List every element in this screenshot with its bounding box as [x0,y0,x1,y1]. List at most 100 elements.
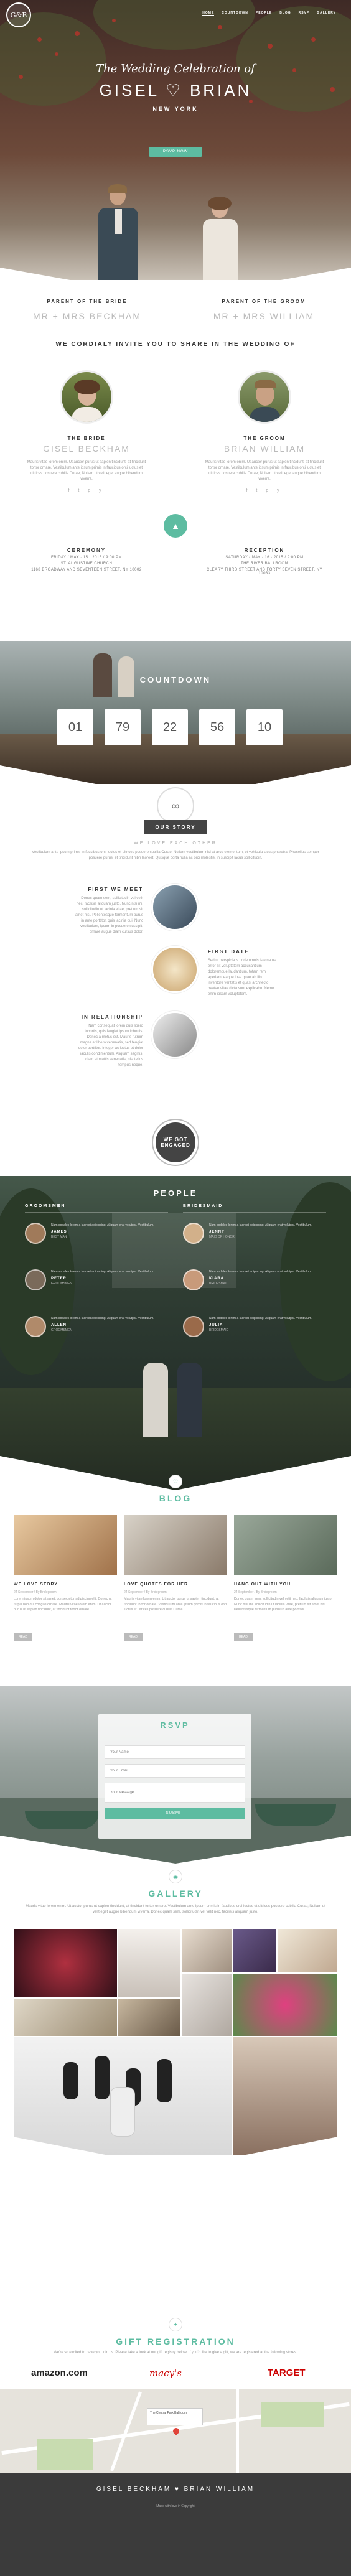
blog-post-text: Lorem ipsum dolor sit amet, consectetur … [14,1597,112,1612]
groomsman-card: Nam sodales lorem a laoreet adipiscing. … [25,1223,180,1244]
bridesmaid-card: Nam sodales lorem a laoreet adipiscing. … [183,1316,339,1337]
site-logo[interactable]: G&B [6,2,31,27]
person-role: GROOMSMEN [51,1282,72,1286]
gallery-image[interactable] [118,1929,180,1997]
relationship-photo [151,1011,199,1058]
parents-groom-names: MR + MRS WILLIAM [213,311,315,321]
gallery-image[interactable] [233,1974,337,2036]
tree-icon: ▲ [164,514,187,538]
person-text: Nam sodales lorem a laoreet adipiscing. … [51,1270,154,1274]
nav-gallery[interactable]: GALLERY [317,11,336,16]
invite-heading: WE CORDIALY INVITE YOU TO SHARE IN THE W… [55,341,296,348]
parents-bride-label: PARENT OF THE BRIDE [47,299,128,304]
nav-blog[interactable]: BLOG [279,11,291,16]
person-name: KIARA [209,1277,224,1281]
story-title: OUR STORY [144,820,207,834]
location-map[interactable]: The Central Park Ballroom [0,2389,351,2473]
gallery-intro: Mauris vitae lorem enim. Ut auctor purus… [26,1905,325,1914]
gallery-image[interactable] [182,1974,232,2036]
blog-read-button[interactable]: READ [124,1633,143,1641]
heart-icon: ♡ [166,81,183,100]
person-name: JENNY [209,1230,225,1234]
blog-post-text: Mauris vitae lorem enim. Ut auctor purus… [124,1597,227,1612]
blog-image[interactable] [14,1515,117,1575]
avatar [183,1223,204,1244]
bridesmaid-label: BRIDESMAID [183,1204,326,1213]
gallery-image[interactable] [118,1999,180,2036]
gallery-image[interactable] [14,1999,117,2036]
blog-post-meta: 24 September / By Bridegroom [14,1590,57,1594]
gift-title: GIFT REGISTRATION [116,2336,235,2346]
rsvp-now-button[interactable]: RSVP NOW [149,147,202,157]
countdown-section: COUNTDOWN 01 79 22 56 10 [0,641,351,784]
bride-bio: Mauris vitae lorem enim. Ut auctor purus… [27,460,146,481]
person-name: JAMES [51,1230,67,1234]
ceremony-place: ST. AUGUSTINE CHURCH [60,562,113,566]
story-item-date: FIRST DATE Sed ut perspiciatis unde omni… [208,949,276,997]
blog-read-button[interactable]: READ [234,1633,253,1641]
submit-button[interactable]: SUBMIT [105,1808,245,1819]
reception-place: THE RIVER BALLROOM [240,562,288,566]
groom-first-name: BRIAN [189,81,252,100]
gift-intro: We're so excited to have you join us. Pl… [54,2351,297,2354]
blog-read-button[interactable]: READ [14,1633,32,1641]
message-field[interactable] [105,1783,245,1803]
rsvp-form: RSVP SUBMIT [98,1714,251,1839]
groomsmen-label: GROOMSMEN [25,1204,168,1213]
person-role: BRIDESMAID [209,1328,229,1332]
blog-image[interactable] [234,1515,337,1575]
story-item-meet: FIRST WE MEET Donec quam sem, sollicitud… [75,887,143,935]
avatar [25,1223,46,1244]
rsvp-title: RSVP [160,1720,190,1730]
countdown-value: 56 [199,709,235,745]
parents-bride-names: MR + MRS BECKHAM [33,311,141,321]
story-item-text: Donec quam sem, sollicitudin vel velit n… [75,897,143,934]
bridesmaid-card: Nam sodales lorem a laoreet adipiscing. … [183,1223,339,1244]
nav-rsvp[interactable]: RSVP [299,11,310,16]
target-logo[interactable]: TARGET [268,2368,306,2378]
nav-countdown[interactable]: COUNTDOWN [222,11,248,16]
story-item-title: FIRST DATE [208,949,250,954]
blog-post-title[interactable]: WE LOVE STORY [14,1582,58,1587]
nav-people[interactable]: PEOPLE [256,11,272,16]
gallery-image[interactable] [182,1929,232,1972]
blog-post-title[interactable]: HANG OUT WITH YOU [234,1582,291,1587]
groom-social-icons[interactable]: f t p y [204,488,325,493]
email-field[interactable] [105,1764,245,1778]
hero-section: G&B HOME COUNTDOWN PEOPLE BLOG RSVP GALL… [0,0,351,280]
bride-social-icons[interactable]: f t p y [26,488,147,493]
person-name: JULIA [209,1323,223,1327]
parents-groom: PARENT OF THE GROOM MR + MRS WILLIAM [202,299,326,321]
countdown-value: 79 [105,709,141,745]
parents-groom-label: PARENT OF THE GROOM [222,299,306,304]
footer-copyright: Made with love in Copyright [156,2504,195,2508]
story-item-text: Nam consequat lorem quis libero lobortis… [78,1024,143,1067]
people-title: PEOPLE [153,1188,198,1198]
gallery-image[interactable] [278,1929,337,1972]
amazon-logo[interactable]: amazon.com [31,2368,88,2378]
countdown-title: COUNTDOWN [139,675,212,684]
blog-post-title[interactable]: LOVE QUOTES FOR HER [124,1582,188,1587]
story-intro: Vestibulum ante ipsum primis in faucibus… [32,851,319,860]
map-info-box: The Central Park Ballroom [147,2408,203,2425]
name-field[interactable] [105,1745,245,1759]
macys-logo[interactable]: macy's [149,2368,182,2379]
gallery-image[interactable] [14,1929,117,1997]
person-name: PETER [51,1277,67,1281]
nav-home[interactable]: HOME [202,11,215,16]
countdown-value: 10 [246,709,283,745]
bride-role: THE BRIDE [67,436,106,441]
bridesmaid-card: Nam sodales lorem a laoreet adipiscing. … [183,1269,339,1290]
countdown-value: 22 [152,709,188,745]
hero-location: NEW YORK [152,106,199,112]
camera-icon: ◉ [169,1870,182,1883]
avatar [183,1316,204,1337]
logo-text: G&B [10,11,27,19]
avatar [25,1316,46,1337]
person-text: Nam sodales lorem a laoreet adipiscing. … [51,1317,154,1320]
first-date-photo [151,946,199,993]
groomsman-card: Nam sodales lorem a laoreet adipiscing. … [25,1316,180,1337]
blog-image[interactable] [124,1515,227,1575]
gallery-image[interactable] [233,1929,276,1972]
engaged-badge: WE GOT ENGAGED [153,1120,198,1165]
